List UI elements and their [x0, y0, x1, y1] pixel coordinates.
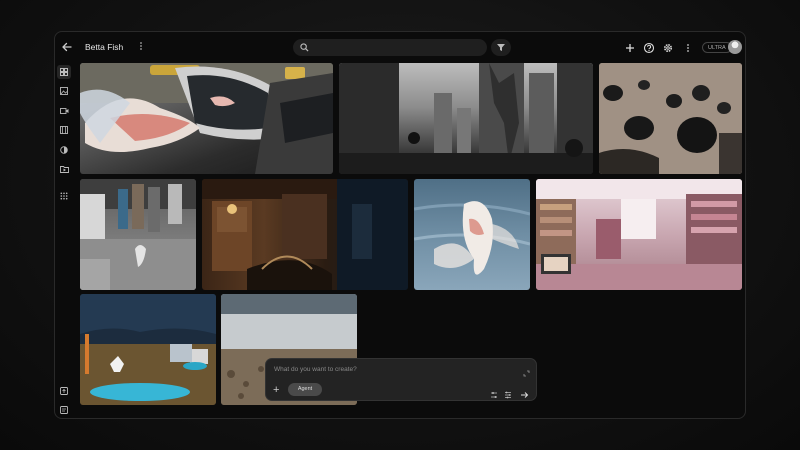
- apps-grid-icon[interactable]: [57, 189, 71, 203]
- document-icon[interactable]: [57, 403, 71, 417]
- gallery-tile[interactable]: [414, 179, 530, 290]
- image-icon[interactable]: [57, 84, 71, 98]
- filter-icon: [497, 44, 505, 51]
- plus-icon[interactable]: [624, 41, 636, 53]
- gallery-tile[interactable]: [599, 63, 742, 174]
- gallery-tile[interactable]: [536, 179, 742, 290]
- folder-video-icon[interactable]: [57, 162, 71, 176]
- options-icon[interactable]: [504, 386, 512, 404]
- back-arrow-icon[interactable]: [61, 40, 75, 54]
- gallery-tile[interactable]: [80, 63, 333, 174]
- gallery-tile[interactable]: [80, 179, 196, 290]
- prompt-composer[interactable]: What do you want to create? + Agent: [265, 358, 537, 401]
- project-menu-icon[interactable]: [139, 41, 143, 53]
- agent-mode-chip[interactable]: Agent: [288, 383, 322, 396]
- circle-icon[interactable]: [57, 143, 71, 157]
- prompt-input[interactable]: What do you want to create?: [274, 366, 357, 373]
- help-icon[interactable]: [643, 41, 655, 54]
- add-icon[interactable]: +: [273, 385, 279, 396]
- expand-icon[interactable]: [523, 364, 530, 382]
- project-title: Betta Fish: [85, 42, 124, 52]
- settings-sliders-icon[interactable]: [490, 386, 498, 404]
- more-vertical-icon[interactable]: [682, 41, 694, 53]
- search-bar[interactable]: [293, 39, 487, 56]
- video-icon[interactable]: [57, 104, 71, 118]
- gear-icon[interactable]: [662, 41, 674, 53]
- film-icon[interactable]: [57, 123, 71, 137]
- top-bar: Betta Fish ULTRA: [55, 32, 745, 62]
- upload-icon[interactable]: [57, 384, 71, 398]
- gallery-tile[interactable]: [202, 179, 408, 290]
- gallery-tile[interactable]: [80, 294, 216, 405]
- app-window: Betta Fish ULTRA What do you want to cre…: [54, 31, 746, 419]
- grid-view-icon[interactable]: [57, 65, 71, 79]
- gallery-tile[interactable]: [339, 63, 593, 174]
- filter-button[interactable]: [491, 39, 511, 56]
- send-arrow-icon[interactable]: [520, 386, 529, 404]
- avatar[interactable]: [728, 40, 742, 54]
- search-icon: [300, 43, 309, 52]
- sidebar: [55, 62, 73, 418]
